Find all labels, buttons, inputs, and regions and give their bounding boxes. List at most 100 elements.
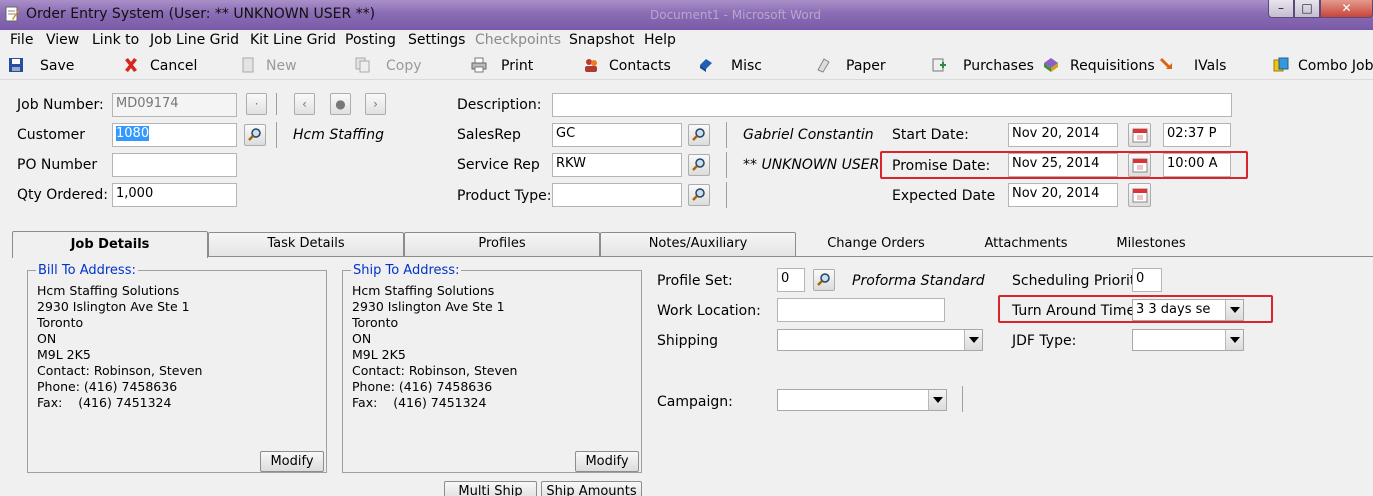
current-record-button[interactable]: ● bbox=[330, 93, 351, 115]
menu-bar: File View Link to Job Line Grid Kit Line… bbox=[0, 30, 1373, 52]
salesrep-name: Gabriel Constantin bbox=[743, 127, 874, 143]
chevron-down-icon bbox=[1225, 330, 1243, 350]
combo-job-button[interactable]: Combo Job bbox=[1298, 58, 1373, 74]
po-number-label: PO Number bbox=[17, 157, 98, 173]
tab-task-details[interactable]: Task Details bbox=[208, 232, 404, 256]
work-location-label: Work Location: bbox=[657, 303, 761, 319]
salesrep-field[interactable]: GC bbox=[552, 123, 682, 147]
multi-ship-button[interactable]: Multi Ship bbox=[444, 481, 537, 496]
paper-button[interactable]: Paper bbox=[846, 58, 886, 74]
requisitions-button[interactable]: Requisitions bbox=[1070, 58, 1155, 74]
close-button[interactable]: ✕ bbox=[1320, 0, 1373, 18]
calendar-icon bbox=[1132, 128, 1148, 143]
po-number-field[interactable] bbox=[112, 153, 237, 177]
qty-ordered-field[interactable]: 1,000 bbox=[112, 183, 237, 207]
profile-set-field[interactable]: 0 bbox=[777, 268, 805, 292]
shipping-dropdown[interactable] bbox=[777, 329, 983, 351]
toolbar: Save Cancel New Copy Print Contacts Misc… bbox=[0, 53, 1373, 80]
menu-checkpoints[interactable]: Checkpoints bbox=[475, 32, 561, 48]
menu-posting[interactable]: Posting bbox=[345, 32, 396, 48]
background-window-title: Document1 - Microsoft Word bbox=[650, 8, 822, 22]
purchases-button[interactable]: Purchases bbox=[963, 58, 1034, 74]
customer-search-button[interactable] bbox=[244, 124, 266, 146]
misc-button[interactable]: Misc bbox=[731, 58, 762, 74]
campaign-label: Campaign: bbox=[657, 394, 733, 410]
tab-milestones[interactable]: Milestones bbox=[1096, 233, 1206, 257]
expected-date-field[interactable]: Nov 20, 2014 bbox=[1008, 183, 1118, 207]
menu-settings[interactable]: Settings bbox=[408, 32, 465, 48]
save-button[interactable]: Save bbox=[40, 58, 74, 74]
chevron-down-icon bbox=[928, 390, 946, 410]
new-button[interactable]: New bbox=[266, 58, 297, 74]
previous-record-button[interactable]: ‹ bbox=[294, 93, 315, 115]
tab-change-orders[interactable]: Change Orders bbox=[796, 233, 956, 257]
customer-field[interactable]: 1080 bbox=[112, 123, 237, 147]
menu-kit-line-grid[interactable]: Kit Line Grid bbox=[250, 32, 336, 48]
calendar-icon bbox=[1132, 188, 1148, 203]
product-type-field[interactable] bbox=[552, 183, 682, 207]
combo-job-icon bbox=[1273, 57, 1289, 72]
menu-view[interactable]: View bbox=[46, 32, 79, 48]
service-rep-name: ** UNKNOWN USER bbox=[743, 157, 880, 173]
job-number-label: Job Number: bbox=[17, 97, 104, 113]
qty-ordered-label: Qty Ordered: bbox=[17, 187, 108, 203]
service-rep-field[interactable]: RKW bbox=[552, 153, 682, 177]
print-button[interactable]: Print bbox=[501, 58, 533, 74]
work-location-field[interactable] bbox=[777, 298, 945, 322]
paper-icon bbox=[817, 58, 830, 73]
search-icon bbox=[248, 128, 261, 141]
ship-amounts-button[interactable]: Ship Amounts bbox=[541, 481, 642, 496]
purchases-icon bbox=[932, 58, 946, 72]
service-rep-label: Service Rep bbox=[457, 157, 540, 173]
cancel-icon bbox=[125, 58, 137, 72]
start-date-calendar-button[interactable] bbox=[1128, 123, 1151, 147]
start-time-field[interactable]: 02:37 P bbox=[1163, 123, 1231, 147]
contacts-icon bbox=[585, 59, 597, 72]
tab-notes-auxiliary[interactable]: Notes/Auxiliary bbox=[600, 232, 796, 256]
job-number-lookup-button[interactable]: · bbox=[246, 93, 267, 115]
tab-profiles[interactable]: Profiles bbox=[404, 232, 600, 256]
turn-around-time-highlight bbox=[998, 295, 1273, 323]
job-number-field[interactable]: MD09174 bbox=[112, 93, 237, 117]
search-icon bbox=[692, 188, 705, 201]
menu-file[interactable]: File bbox=[10, 32, 33, 48]
chevron-down-icon bbox=[964, 330, 982, 350]
close-icon: ✕ bbox=[1341, 1, 1352, 15]
divider bbox=[726, 122, 727, 148]
menu-help[interactable]: Help bbox=[644, 32, 676, 48]
title-bar: Order Entry System (User: ** UNKNOWN USE… bbox=[0, 0, 1373, 30]
search-icon bbox=[692, 128, 705, 141]
jdf-type-dropdown[interactable] bbox=[1132, 329, 1244, 351]
menu-link-to[interactable]: Link to bbox=[92, 32, 139, 48]
new-icon bbox=[242, 57, 254, 73]
menu-job-line-grid[interactable]: Job Line Grid bbox=[150, 32, 239, 48]
copy-icon bbox=[355, 57, 370, 73]
tab-attachments[interactable]: Attachments bbox=[956, 233, 1096, 257]
ivals-icon bbox=[1159, 57, 1172, 69]
contacts-button[interactable]: Contacts bbox=[609, 58, 671, 74]
copy-button[interactable]: Copy bbox=[386, 58, 422, 74]
cancel-button[interactable]: Cancel bbox=[150, 58, 197, 74]
minimize-button[interactable]: – bbox=[1268, 0, 1294, 18]
profile-set-search-button[interactable] bbox=[813, 269, 835, 291]
start-date-field[interactable]: Nov 20, 2014 bbox=[1008, 123, 1118, 147]
service-rep-search-button[interactable] bbox=[688, 154, 710, 176]
maximize-icon: □ bbox=[1301, 1, 1313, 15]
salesrep-label: SalesRep bbox=[457, 127, 521, 143]
ivals-button[interactable]: IVals bbox=[1194, 58, 1226, 74]
scheduling-priority-field[interactable]: 0 bbox=[1132, 268, 1162, 292]
bill-to-modify-button[interactable]: Modify bbox=[260, 451, 324, 472]
campaign-dropdown[interactable] bbox=[777, 389, 947, 411]
tab-job-details[interactable]: Job Details bbox=[12, 231, 208, 258]
ship-to-modify-button[interactable]: Modify bbox=[575, 451, 639, 472]
description-field[interactable] bbox=[552, 93, 1232, 117]
misc-icon bbox=[700, 59, 712, 72]
maximize-button[interactable]: □ bbox=[1294, 0, 1320, 18]
salesrep-search-button[interactable] bbox=[688, 124, 710, 146]
product-type-search-button[interactable] bbox=[688, 184, 710, 206]
expected-date-label: Expected Date bbox=[892, 188, 996, 204]
expected-date-calendar-button[interactable] bbox=[1128, 183, 1151, 207]
ship-to-title: Ship To Address: bbox=[351, 263, 462, 278]
next-record-button[interactable]: › bbox=[365, 93, 386, 115]
menu-snapshot[interactable]: Snapshot bbox=[569, 32, 634, 48]
